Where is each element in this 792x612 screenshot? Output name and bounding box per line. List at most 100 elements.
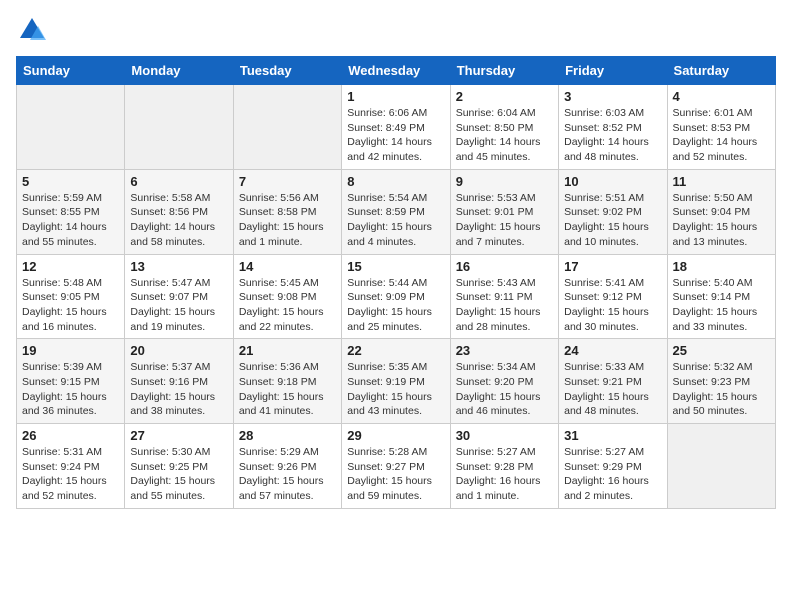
calendar-cell: 29 Sunrise: 5:28 AM Sunset: 9:27 PM Dayli… <box>342 424 450 509</box>
day-number: 16 <box>456 259 553 274</box>
calendar-cell <box>17 85 125 170</box>
day-number: 24 <box>564 343 661 358</box>
calendar-cell: 7 Sunrise: 5:56 AM Sunset: 8:58 PM Daylig… <box>233 169 341 254</box>
day-info: Sunrise: 5:50 AM Sunset: 9:04 PM Dayligh… <box>673 191 770 250</box>
day-info: Sunrise: 5:54 AM Sunset: 8:59 PM Dayligh… <box>347 191 444 250</box>
day-number: 27 <box>130 428 227 443</box>
day-number: 30 <box>456 428 553 443</box>
day-info: Sunrise: 5:30 AM Sunset: 9:25 PM Dayligh… <box>130 445 227 504</box>
day-info: Sunrise: 5:34 AM Sunset: 9:20 PM Dayligh… <box>456 360 553 419</box>
calendar-cell: 24Sunrise: 5:33 AM Sunset: 9:21 PM Dayli… <box>559 339 667 424</box>
weekday-header: Sunday <box>17 57 125 85</box>
day-number: 10 <box>564 174 661 189</box>
weekday-header: Saturday <box>667 57 775 85</box>
calendar-cell: 2Sunrise: 6:04 AM Sunset: 8:50 PM Daylig… <box>450 85 558 170</box>
calendar-cell: 30 Sunrise: 5:27 AM Sunset: 9:28 PM Dayli… <box>450 424 558 509</box>
day-number: 20 <box>130 343 227 358</box>
day-number: 15 <box>347 259 444 274</box>
calendar-cell: 19 Sunrise: 5:39 AM Sunset: 9:15 PM Dayli… <box>17 339 125 424</box>
calendar-cell: 17 Sunrise: 5:41 AM Sunset: 9:12 PM Dayli… <box>559 254 667 339</box>
weekday-header: Tuesday <box>233 57 341 85</box>
calendar-week-row: 19 Sunrise: 5:39 AM Sunset: 9:15 PM Dayli… <box>17 339 776 424</box>
calendar-week-row: 1 Sunrise: 6:06 AM Sunset: 8:49 PM Daylig… <box>17 85 776 170</box>
day-number: 8 <box>347 174 444 189</box>
day-info: Sunrise: 6:06 AM Sunset: 8:49 PM Dayligh… <box>347 106 444 165</box>
day-number: 29 <box>347 428 444 443</box>
calendar-cell: 28 Sunrise: 5:29 AM Sunset: 9:26 PM Dayli… <box>233 424 341 509</box>
day-number: 13 <box>130 259 227 274</box>
calendar-cell: 15 Sunrise: 5:44 AM Sunset: 9:09 PM Dayli… <box>342 254 450 339</box>
calendar-week-row: 26Sunrise: 5:31 AM Sunset: 9:24 PM Dayli… <box>17 424 776 509</box>
day-info: Sunrise: 5:59 AM Sunset: 8:55 PM Dayligh… <box>22 191 119 250</box>
day-info: Sunrise: 6:01 AM Sunset: 8:53 PM Dayligh… <box>673 106 770 165</box>
calendar-cell: 18Sunrise: 5:40 AM Sunset: 9:14 PM Dayli… <box>667 254 775 339</box>
day-info: Sunrise: 5:39 AM Sunset: 9:15 PM Dayligh… <box>22 360 119 419</box>
day-info: Sunrise: 5:47 AM Sunset: 9:07 PM Dayligh… <box>130 276 227 335</box>
day-number: 12 <box>22 259 119 274</box>
day-number: 28 <box>239 428 336 443</box>
calendar-cell: 14 Sunrise: 5:45 AM Sunset: 9:08 PM Dayli… <box>233 254 341 339</box>
calendar-cell: 12 Sunrise: 5:48 AM Sunset: 9:05 PM Dayli… <box>17 254 125 339</box>
weekday-header: Thursday <box>450 57 558 85</box>
day-info: Sunrise: 5:37 AM Sunset: 9:16 PM Dayligh… <box>130 360 227 419</box>
page-header <box>16 16 776 44</box>
day-number: 14 <box>239 259 336 274</box>
day-number: 18 <box>673 259 770 274</box>
calendar-cell: 8 Sunrise: 5:54 AM Sunset: 8:59 PM Daylig… <box>342 169 450 254</box>
calendar-cell: 5 Sunrise: 5:59 AM Sunset: 8:55 PM Daylig… <box>17 169 125 254</box>
day-info: Sunrise: 5:53 AM Sunset: 9:01 PM Dayligh… <box>456 191 553 250</box>
calendar-cell: 9 Sunrise: 5:53 AM Sunset: 9:01 PM Daylig… <box>450 169 558 254</box>
day-info: Sunrise: 5:41 AM Sunset: 9:12 PM Dayligh… <box>564 276 661 335</box>
calendar-cell: 25Sunrise: 5:32 AM Sunset: 9:23 PM Dayli… <box>667 339 775 424</box>
day-info: Sunrise: 5:27 AM Sunset: 9:29 PM Dayligh… <box>564 445 661 504</box>
calendar-cell: 31 Sunrise: 5:27 AM Sunset: 9:29 PM Dayli… <box>559 424 667 509</box>
weekday-header: Friday <box>559 57 667 85</box>
calendar-week-row: 12 Sunrise: 5:48 AM Sunset: 9:05 PM Dayli… <box>17 254 776 339</box>
day-number: 17 <box>564 259 661 274</box>
calendar-cell <box>667 424 775 509</box>
calendar-cell: 1 Sunrise: 6:06 AM Sunset: 8:49 PM Daylig… <box>342 85 450 170</box>
calendar-cell: 10 Sunrise: 5:51 AM Sunset: 9:02 PM Dayli… <box>559 169 667 254</box>
day-info: Sunrise: 5:27 AM Sunset: 9:28 PM Dayligh… <box>456 445 553 504</box>
day-info: Sunrise: 5:43 AM Sunset: 9:11 PM Dayligh… <box>456 276 553 335</box>
day-number: 5 <box>22 174 119 189</box>
day-number: 23 <box>456 343 553 358</box>
day-number: 11 <box>673 174 770 189</box>
day-info: Sunrise: 5:51 AM Sunset: 9:02 PM Dayligh… <box>564 191 661 250</box>
day-number: 9 <box>456 174 553 189</box>
calendar-table: SundayMondayTuesdayWednesdayThursdayFrid… <box>16 56 776 509</box>
calendar-cell: 11 Sunrise: 5:50 AM Sunset: 9:04 PM Dayli… <box>667 169 775 254</box>
day-info: Sunrise: 6:03 AM Sunset: 8:52 PM Dayligh… <box>564 106 661 165</box>
day-number: 31 <box>564 428 661 443</box>
calendar-cell: 20 Sunrise: 5:37 AM Sunset: 9:16 PM Dayli… <box>125 339 233 424</box>
day-info: Sunrise: 5:45 AM Sunset: 9:08 PM Dayligh… <box>239 276 336 335</box>
day-info: Sunrise: 5:44 AM Sunset: 9:09 PM Dayligh… <box>347 276 444 335</box>
day-info: Sunrise: 5:56 AM Sunset: 8:58 PM Dayligh… <box>239 191 336 250</box>
day-number: 3 <box>564 89 661 104</box>
day-number: 19 <box>22 343 119 358</box>
calendar-cell: 3 Sunrise: 6:03 AM Sunset: 8:52 PM Daylig… <box>559 85 667 170</box>
calendar-week-row: 5 Sunrise: 5:59 AM Sunset: 8:55 PM Daylig… <box>17 169 776 254</box>
calendar-cell: 23 Sunrise: 5:34 AM Sunset: 9:20 PM Dayli… <box>450 339 558 424</box>
day-info: Sunrise: 5:48 AM Sunset: 9:05 PM Dayligh… <box>22 276 119 335</box>
day-info: Sunrise: 5:35 AM Sunset: 9:19 PM Dayligh… <box>347 360 444 419</box>
day-number: 1 <box>347 89 444 104</box>
day-info: Sunrise: 5:29 AM Sunset: 9:26 PM Dayligh… <box>239 445 336 504</box>
day-info: Sunrise: 6:04 AM Sunset: 8:50 PM Dayligh… <box>456 106 553 165</box>
day-number: 25 <box>673 343 770 358</box>
logo <box>16 16 46 44</box>
calendar-cell <box>125 85 233 170</box>
day-number: 26 <box>22 428 119 443</box>
calendar-cell: 26Sunrise: 5:31 AM Sunset: 9:24 PM Dayli… <box>17 424 125 509</box>
calendar-cell: 27 Sunrise: 5:30 AM Sunset: 9:25 PM Dayli… <box>125 424 233 509</box>
calendar-cell: 22Sunrise: 5:35 AM Sunset: 9:19 PM Dayli… <box>342 339 450 424</box>
day-number: 21 <box>239 343 336 358</box>
day-info: Sunrise: 5:28 AM Sunset: 9:27 PM Dayligh… <box>347 445 444 504</box>
day-number: 7 <box>239 174 336 189</box>
calendar-cell <box>233 85 341 170</box>
weekday-header: Monday <box>125 57 233 85</box>
weekday-header: Wednesday <box>342 57 450 85</box>
day-number: 6 <box>130 174 227 189</box>
calendar-cell: 6 Sunrise: 5:58 AM Sunset: 8:56 PM Daylig… <box>125 169 233 254</box>
day-info: Sunrise: 5:58 AM Sunset: 8:56 PM Dayligh… <box>130 191 227 250</box>
